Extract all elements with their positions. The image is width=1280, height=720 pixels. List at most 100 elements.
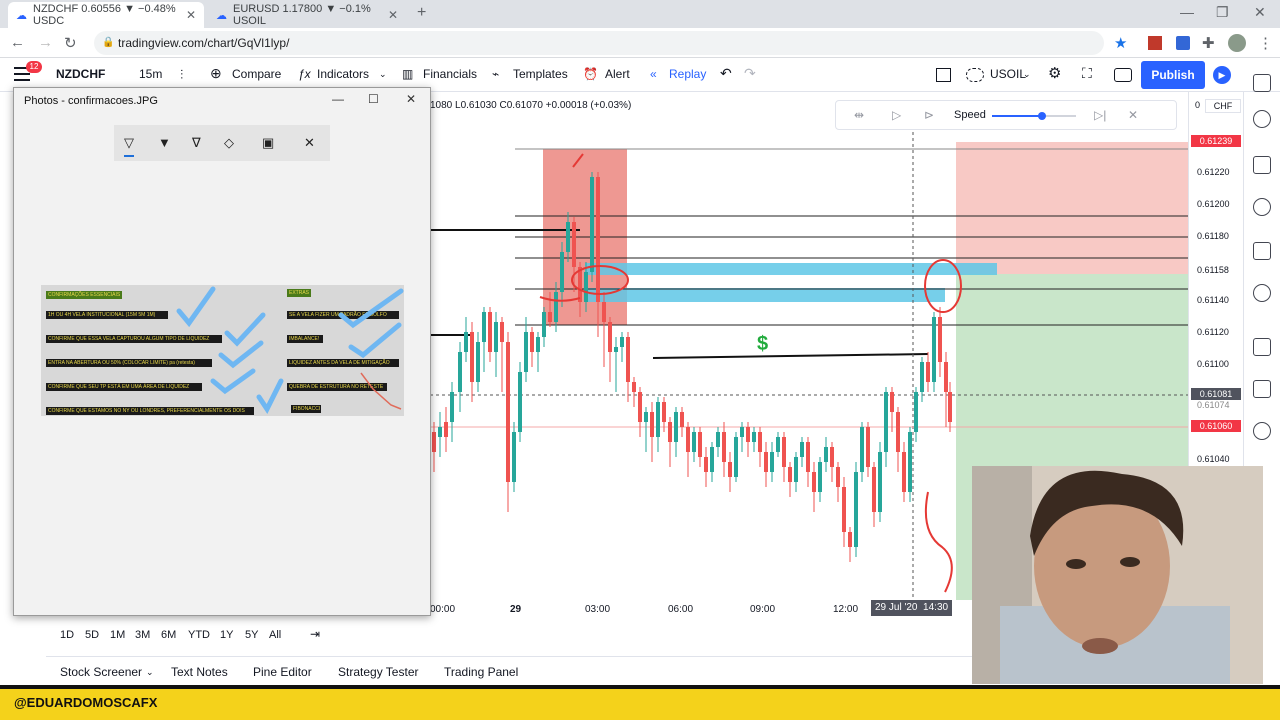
redo-icon[interactable]: ↷ bbox=[744, 65, 756, 82]
replay-button[interactable]: Replay bbox=[669, 67, 706, 81]
range-ytd[interactable]: YTD bbox=[188, 629, 210, 641]
crosshair-time-label: 29 Jul '20 14:30 bbox=[871, 600, 953, 616]
range-3m[interactable]: 3M bbox=[135, 629, 150, 641]
publish-button[interactable]: Publish bbox=[1141, 61, 1205, 89]
chart-style-icon[interactable]: ⫶ bbox=[180, 67, 183, 83]
currency-label[interactable]: CHF bbox=[1205, 99, 1241, 113]
extension-blocker-icon[interactable] bbox=[1176, 36, 1190, 50]
snapshot-camera-icon[interactable] bbox=[1114, 68, 1132, 82]
range-6m[interactable]: 6M bbox=[161, 629, 176, 641]
browser-tab-eurusd[interactable]: ☁ EURUSD 1.17800 ▼ −0.1% USOIL ✕ bbox=[208, 2, 406, 28]
goto-date-icon[interactable]: ⇥ bbox=[310, 627, 320, 641]
watch-symbol-label[interactable]: USOIL bbox=[990, 67, 1026, 81]
candle-body bbox=[794, 457, 798, 482]
data-window-icon[interactable] bbox=[1253, 156, 1271, 174]
candle-body bbox=[450, 392, 454, 422]
replay-close-icon[interactable]: ✕ bbox=[1128, 108, 1138, 122]
ideas-icon[interactable] bbox=[1253, 284, 1271, 302]
extensions-puzzle-icon[interactable]: ✚ bbox=[1202, 34, 1215, 52]
interval-button[interactable]: 15m bbox=[139, 67, 162, 81]
maximize-icon[interactable]: ☐ bbox=[368, 92, 379, 106]
back-icon[interactable]: ← bbox=[10, 34, 25, 51]
minimize-window-icon[interactable]: — bbox=[1180, 4, 1194, 20]
layout-square-icon[interactable] bbox=[936, 68, 951, 82]
candle-body bbox=[896, 412, 900, 452]
pencil-icon[interactable]: ▼ bbox=[158, 135, 171, 150]
candle-body bbox=[444, 422, 448, 437]
messages-icon[interactable] bbox=[1253, 380, 1271, 398]
candle-body bbox=[536, 337, 540, 352]
close-icon[interactable]: ✕ bbox=[406, 92, 416, 106]
stop-price-tag: 0.61239 bbox=[1191, 135, 1241, 147]
tab-strategy-tester[interactable]: Strategy Tester bbox=[338, 665, 418, 679]
forward-icon[interactable]: → bbox=[38, 34, 53, 51]
close-tab-icon[interactable]: ✕ bbox=[186, 8, 196, 22]
settings-gear-icon[interactable]: ⚙ bbox=[1048, 64, 1061, 82]
play-circle-icon[interactable]: ▶ bbox=[1213, 66, 1231, 84]
liquidity-line-middle bbox=[652, 353, 929, 359]
time-label: 06:00 bbox=[668, 604, 694, 615]
templates-icon: ⌁ bbox=[492, 67, 500, 81]
reload-icon[interactable]: ↻ bbox=[64, 34, 77, 52]
candle-body bbox=[438, 427, 442, 437]
tab-pine-editor[interactable]: Pine Editor bbox=[253, 665, 312, 679]
photos-app-window[interactable]: Photos - confirmacoes.JPG — ☐ ✕ ▽ ▼ ∇ ◇ … bbox=[13, 87, 431, 616]
replay-select-bar-icon[interactable]: ⇹ bbox=[854, 108, 864, 122]
browser-tab-nzdchf[interactable]: ☁ NZDCHF 0.60556 ▼ −0.48% USDC ✕ bbox=[8, 2, 204, 28]
profile-avatar[interactable] bbox=[1228, 34, 1246, 52]
minimize-icon[interactable]: — bbox=[332, 92, 344, 106]
calligraphy-pen-icon[interactable]: ∇ bbox=[192, 135, 201, 151]
close-ink-icon[interactable]: ✕ bbox=[304, 135, 315, 151]
chats-icon[interactable] bbox=[1253, 338, 1271, 356]
chevron-down-icon[interactable]: ⌄ bbox=[379, 69, 387, 80]
alert-clock-icon: ⏰ bbox=[583, 67, 598, 81]
candle-body bbox=[608, 322, 612, 352]
calendar-grid-icon[interactable] bbox=[1253, 242, 1271, 260]
streams-icon[interactable] bbox=[1253, 422, 1271, 440]
range-1y[interactable]: 1Y bbox=[220, 629, 233, 641]
time-label: 03:00 bbox=[585, 604, 611, 615]
symbol-search-button[interactable]: NZDCHF bbox=[56, 67, 105, 81]
watchlist-icon[interactable] bbox=[1253, 74, 1271, 92]
new-tab-icon[interactable]: + bbox=[417, 4, 426, 22]
compare-button[interactable]: Compare bbox=[232, 67, 281, 81]
bookmark-star-icon[interactable]: ★ bbox=[1114, 34, 1127, 52]
undo-icon[interactable]: ↶ bbox=[720, 65, 732, 82]
range-5d[interactable]: 5D bbox=[85, 629, 99, 641]
range-1m[interactable]: 1M bbox=[110, 629, 125, 641]
maximize-window-icon[interactable]: ❐ bbox=[1216, 4, 1229, 21]
ballpoint-pen-icon[interactable]: ▽ bbox=[124, 135, 134, 157]
candle-body bbox=[710, 447, 714, 472]
eraser-icon[interactable]: ◇ bbox=[224, 135, 234, 151]
indicators-button[interactable]: Indicators bbox=[317, 67, 369, 81]
replay-jump-icon[interactable]: ▷| bbox=[1094, 108, 1106, 122]
chevron-down-icon[interactable]: ⌄ bbox=[1023, 69, 1031, 80]
range-5y[interactable]: 5Y bbox=[245, 629, 258, 641]
replay-play-icon[interactable]: ▷ bbox=[892, 108, 901, 122]
candle-body bbox=[878, 452, 882, 512]
url-field[interactable]: 🔒 tradingview.com/chart/GqVl1lyp/ bbox=[94, 31, 1104, 55]
fullscreen-icon[interactable]: ⛶ bbox=[1082, 65, 1092, 82]
chevron-down-icon[interactable]: ⌄ bbox=[146, 667, 154, 678]
tab-text-notes[interactable]: Text Notes bbox=[171, 665, 228, 679]
tab-stock-screener[interactable]: Stock Screener bbox=[60, 665, 142, 679]
candle-body bbox=[614, 347, 618, 352]
range-all[interactable]: All bbox=[269, 629, 281, 641]
browser-menu-icon[interactable]: ⋮ bbox=[1258, 34, 1273, 52]
financials-button[interactable]: Financials bbox=[423, 67, 477, 81]
close-tab-icon[interactable]: ✕ bbox=[388, 8, 398, 22]
close-window-icon[interactable]: ✕ bbox=[1254, 4, 1266, 21]
templates-button[interactable]: Templates bbox=[513, 67, 568, 81]
candle-body bbox=[884, 392, 888, 452]
extension-pdf-icon[interactable] bbox=[1148, 36, 1162, 50]
replay-forward-icon[interactable]: ⊳ bbox=[924, 108, 934, 122]
price-label: 0.61180 bbox=[1197, 231, 1229, 241]
hotlists-icon[interactable] bbox=[1253, 198, 1271, 216]
speed-slider[interactable] bbox=[992, 112, 1076, 120]
save-copy-icon[interactable]: ▣ bbox=[262, 135, 274, 151]
tab-trading-panel[interactable]: Trading Panel bbox=[444, 665, 518, 679]
range-1d[interactable]: 1D bbox=[60, 629, 74, 641]
alert-button[interactable]: Alert bbox=[605, 67, 630, 81]
price-label: 0.61074 bbox=[1197, 400, 1230, 410]
alerts-clock-icon[interactable] bbox=[1253, 110, 1271, 128]
